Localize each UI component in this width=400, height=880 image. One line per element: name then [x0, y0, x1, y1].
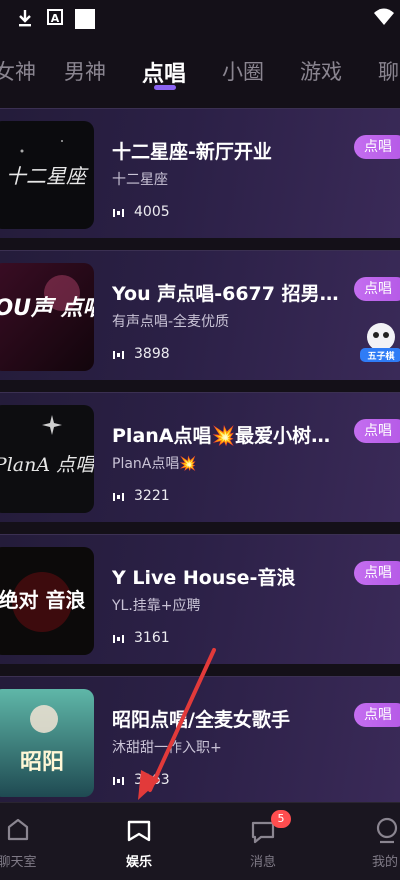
nav-label: 聊天室: [0, 855, 37, 870]
nav-label: 我的: [371, 855, 398, 870]
nav-label: 消息: [249, 855, 276, 870]
gomoku-label: 五子棋: [367, 350, 394, 362]
heat-icon: [113, 351, 124, 359]
tab-song-request[interactable]: 点唱: [142, 56, 186, 88]
tab-games[interactable]: 游戏: [300, 56, 342, 86]
tab-god[interactable]: 男神: [64, 56, 106, 86]
room-title: 十二星座-新厅开业: [112, 141, 272, 163]
heat-icon: [113, 777, 124, 785]
square-icon: [75, 9, 95, 29]
song-request-badge: 点唱: [354, 703, 400, 727]
thumb-text: 十二星座: [6, 164, 89, 188]
song-request-badge: 点唱: [354, 561, 400, 585]
download-icon: [19, 10, 31, 27]
heat-icon: [113, 635, 124, 643]
entertainment-icon: [127, 820, 151, 842]
thumb-text: 绝对 音浪: [0, 588, 85, 612]
active-tab-indicator: [154, 85, 176, 90]
room-heat-count: 3161: [134, 630, 170, 646]
room-subtitle: 十二星座: [112, 172, 168, 188]
room-subtitle: 有声点唱-全麦优质: [112, 314, 230, 330]
svg-text:A: A: [51, 12, 60, 25]
room-list: 十二星座 十二星座-新厅开业 十二星座 4005 点唱 YOU声 点唱 You …: [0, 108, 400, 802]
unread-message-badge: 5: [271, 810, 291, 828]
room-thumbnail: PlanA 点唱: [0, 405, 94, 513]
room-icon: [7, 818, 29, 841]
room-thumbnail: 绝对 音浪: [0, 547, 94, 655]
room-heat-count: 4005: [134, 204, 170, 220]
nav-chat-room[interactable]: 聊天室: [0, 803, 60, 880]
profile-icon: [376, 817, 398, 844]
room-card[interactable]: 绝对 音浪 Y Live House-音浪 YL.挂靠+应聘 3161 点唱: [0, 534, 400, 664]
room-title: You 声点唱-6677 招男…: [112, 283, 339, 305]
status-bar: A: [0, 0, 400, 36]
nav-messages[interactable]: 消息: [218, 803, 308, 880]
wifi-icon: [374, 8, 394, 25]
tab-circle[interactable]: 小圈: [222, 56, 264, 86]
heat-icon: [113, 209, 124, 217]
nav-label: 娱乐: [125, 855, 152, 870]
thumb-text: YOU声 点唱: [0, 296, 94, 321]
song-request-badge: 点唱: [354, 135, 400, 159]
gomoku-game-widget[interactable]: 五子棋: [358, 321, 400, 367]
room-title: PlanA点唱💥最爱小树…: [112, 425, 331, 447]
nav-entertainment[interactable]: 娱乐: [94, 803, 184, 880]
room-card[interactable]: YOU声 点唱 You 声点唱-6677 招男… 有声点唱-全麦优质 3898 …: [0, 250, 400, 380]
room-heat-count: 3163: [134, 772, 170, 788]
room-thumbnail: 十二星座: [0, 121, 94, 229]
room-card[interactable]: 十二星座 十二星座-新厅开业 十二星座 4005 点唱: [0, 108, 400, 238]
room-title: Y Live House-音浪: [112, 567, 296, 589]
room-card[interactable]: PlanA 点唱 PlanA点唱💥最爱小树… PlanA点唱💥 3221 点唱: [0, 392, 400, 522]
nav-profile[interactable]: 我的: [342, 803, 400, 880]
song-request-badge: 点唱: [354, 419, 400, 443]
song-request-badge: 点唱: [354, 277, 400, 301]
room-subtitle: 沐甜甜一作入职+: [112, 740, 222, 756]
room-subtitle: YL.挂靠+应聘: [112, 598, 201, 614]
room-thumbnail: YOU声 点唱: [0, 263, 94, 371]
thumb-text: 昭阳: [20, 749, 64, 775]
room-thumbnail: 昭阳: [0, 689, 94, 797]
bottom-navigation: 聊天室 娱乐 消息 我的: [0, 802, 400, 880]
category-tabs: 女神 男神 点唱 小圈 游戏 聊: [0, 40, 400, 102]
thumb-text: PlanA 点唱: [0, 454, 94, 476]
room-subtitle: PlanA点唱💥: [112, 456, 197, 472]
room-heat-count: 3221: [134, 488, 170, 504]
a-icon: A: [47, 9, 63, 25]
room-card[interactable]: 昭阳 昭阳点唱/全麦女歌手 沐甜甜一作入职+ 3163 点唱: [0, 676, 400, 802]
tab-chat[interactable]: 聊: [378, 56, 399, 86]
heat-icon: [113, 493, 124, 501]
room-title: 昭阳点唱/全麦女歌手: [112, 709, 290, 731]
tab-goddess[interactable]: 女神: [0, 56, 36, 86]
room-heat-count: 3898: [134, 346, 170, 362]
